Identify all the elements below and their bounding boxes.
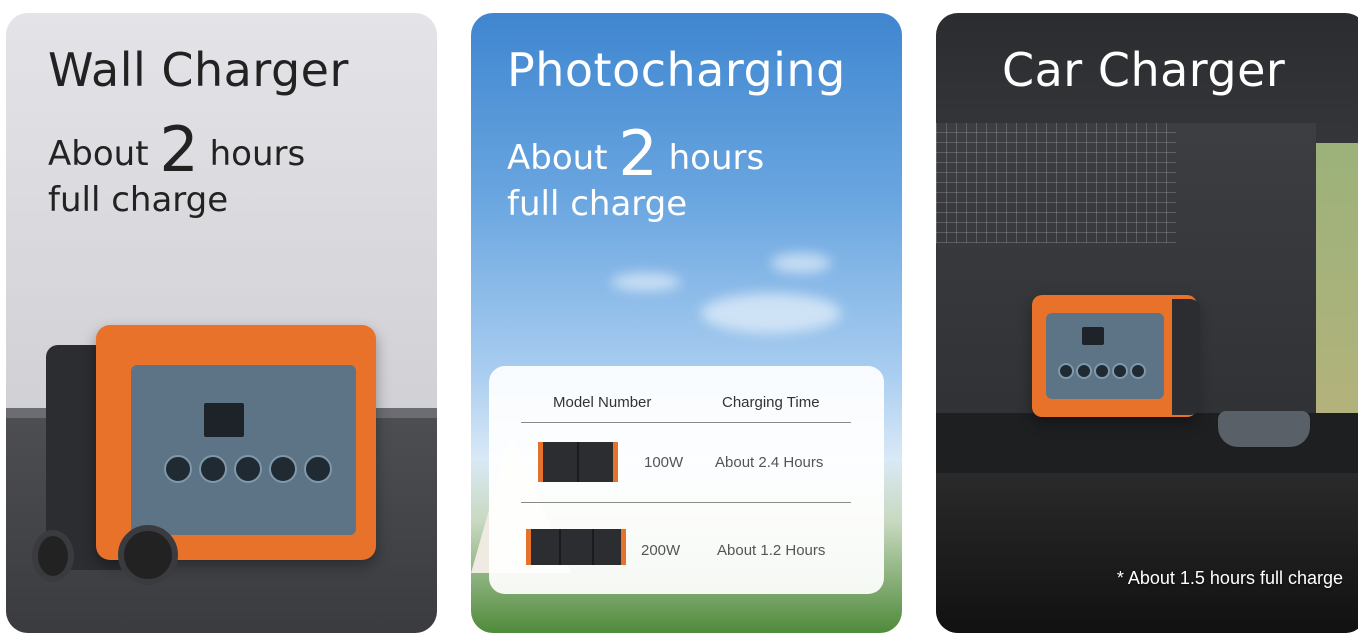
divider — [521, 502, 851, 503]
charge-time-footnote: * About 1.5 hours full charge — [1116, 568, 1343, 588]
sub-suffix: hours — [209, 134, 306, 174]
card-title: Car Charger — [1002, 43, 1286, 97]
solar-panel-100w-image — [538, 442, 618, 482]
divider — [521, 422, 851, 423]
dog-bowl-image — [1218, 411, 1310, 447]
table-row-time: About 2.4 Hours — [715, 454, 824, 471]
cloud — [771, 253, 831, 273]
hours-number: 2 — [618, 117, 658, 190]
header-charging-time: Charging Time — [722, 394, 820, 411]
card-title: Wall Charger — [48, 43, 349, 97]
sub-line2: full charge — [507, 184, 688, 224]
sub-prefix: About — [48, 134, 149, 174]
sub-line2: full charge — [48, 180, 229, 220]
table-row-model: 100W — [644, 454, 684, 471]
table-row-time: About 1.2 Hours — [717, 542, 826, 559]
table-row-model: 200W — [641, 542, 681, 559]
card-title: Photocharging — [507, 43, 846, 97]
power-station-image — [32, 325, 386, 595]
wall-charger-card: Wall Charger About 2 hours full charge — [6, 13, 437, 633]
cloud — [611, 273, 681, 291]
charging-time-table: Model Number Charging Time 100W About 2.… — [489, 366, 884, 594]
charge-time-text: About 2 hours full charge — [48, 119, 306, 223]
header-model-number: Model Number — [553, 394, 652, 411]
trunk-cage — [936, 123, 1176, 243]
photocharging-card: Photocharging About 2 hours full charge … — [471, 13, 902, 633]
hours-number: 2 — [159, 113, 199, 186]
cloud — [701, 293, 841, 333]
solar-panel-200w-image — [526, 529, 626, 565]
power-station-image — [1032, 295, 1207, 425]
car-charger-card: Car Charger * About 1.5 hours full charg… — [936, 13, 1358, 633]
car-bumper — [936, 473, 1358, 633]
charge-time-text: About 2 hours full charge — [507, 123, 765, 227]
sub-suffix: hours — [668, 138, 765, 178]
sub-prefix: About — [507, 138, 608, 178]
